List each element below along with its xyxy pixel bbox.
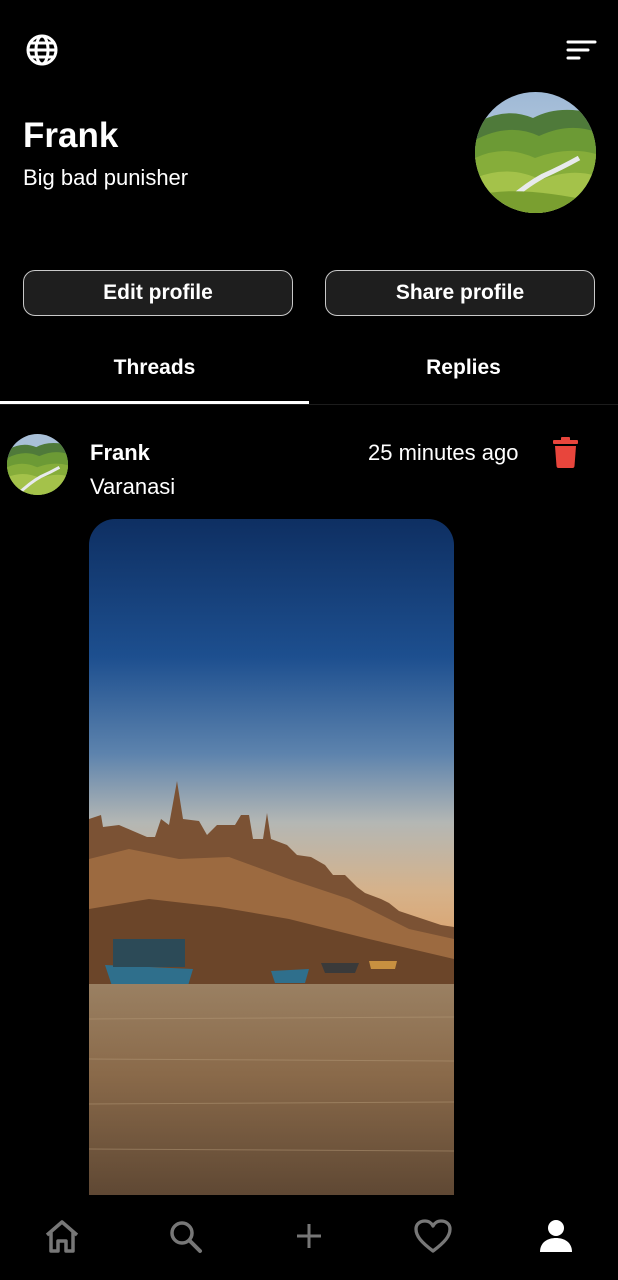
search-icon[interactable] bbox=[163, 1214, 207, 1258]
profile-avatar[interactable] bbox=[475, 92, 596, 213]
globe-icon[interactable] bbox=[24, 32, 60, 68]
tab-threads[interactable]: Threads bbox=[0, 338, 309, 398]
post-image[interactable] bbox=[89, 519, 454, 1209]
share-profile-button[interactable]: Share profile bbox=[325, 270, 595, 316]
person-icon[interactable] bbox=[534, 1214, 578, 1258]
post-author-name[interactable]: Frank bbox=[90, 440, 150, 466]
heart-icon[interactable] bbox=[411, 1214, 455, 1258]
post-timestamp: 25 minutes ago bbox=[368, 440, 519, 465]
profile-name: Frank bbox=[23, 116, 119, 155]
tab-replies[interactable]: Replies bbox=[309, 338, 618, 398]
plus-icon[interactable] bbox=[287, 1214, 331, 1258]
home-icon[interactable] bbox=[40, 1214, 84, 1258]
sort-menu-icon[interactable] bbox=[565, 38, 597, 62]
trash-icon[interactable] bbox=[552, 437, 579, 468]
edit-profile-button[interactable]: Edit profile bbox=[23, 270, 293, 316]
tab-divider bbox=[0, 404, 618, 405]
profile-bio: Big bad punisher bbox=[23, 165, 189, 190]
post-text: Varanasi bbox=[90, 474, 176, 499]
post-author-avatar[interactable] bbox=[7, 434, 68, 495]
